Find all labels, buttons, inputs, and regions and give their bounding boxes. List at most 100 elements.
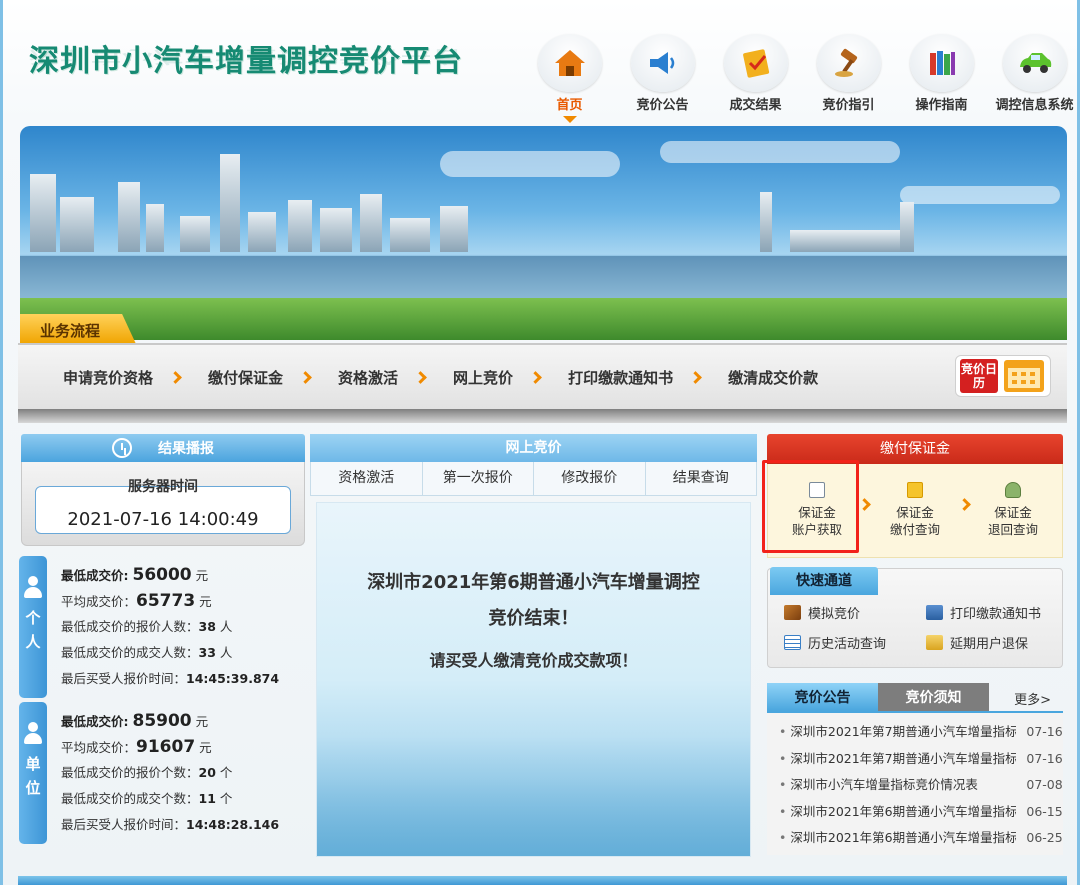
step-pay-deposit[interactable]: 缴付保证金 bbox=[208, 367, 283, 388]
bid-ended-notice-line2: 竞价结束！ bbox=[488, 608, 579, 629]
result-broadcast-header: 结果播报 bbox=[21, 434, 305, 462]
count-unit: 人 bbox=[219, 619, 233, 634]
deposit-refund-query-line1: 保证金 bbox=[994, 505, 1032, 520]
personal-last-time-label: 最后买受人报价时间： bbox=[61, 671, 187, 686]
bullet-icon: • bbox=[779, 724, 787, 739]
personal-result-lines: 最低成交价: 56000 元 平均成交价：65773 元 最低成交价的报价人数：… bbox=[61, 562, 279, 692]
personal-min-price: 56000 bbox=[132, 565, 192, 585]
deposit-box: 保证金 账户获取 保证金 缴付查询 保证金 退回查询 bbox=[762, 460, 1063, 558]
announcement-date: 06-15 bbox=[1026, 803, 1063, 819]
nav-manual-label: 操作指南 bbox=[915, 98, 968, 113]
nav-control-system[interactable]: 调控信息系统 bbox=[988, 34, 1080, 123]
personal-min-price-label: 最低成交价: bbox=[61, 568, 129, 583]
company-min-bid-count: 20 bbox=[198, 765, 216, 780]
chevron-right-icon bbox=[169, 371, 182, 384]
nav-guide[interactable]: 竞价指引 bbox=[802, 34, 895, 123]
online-bid-header: 网上竞价 bbox=[310, 434, 757, 462]
bid-calendar-button[interactable]: 竞价日历 bbox=[955, 355, 1051, 397]
nav-home[interactable]: 首页 bbox=[523, 34, 616, 123]
quick-print-notice-label: 打印缴款通知书 bbox=[950, 607, 1042, 622]
quick-mock-bid[interactable]: 模拟竞价 bbox=[784, 603, 860, 622]
list-item[interactable]: • 深圳市2021年第6期普通小汽车增量指标 06-25 bbox=[767, 825, 1063, 852]
step-activate[interactable]: 资格激活 bbox=[338, 367, 398, 388]
quick-extension-refund[interactable]: 延期用户退保 bbox=[926, 633, 1028, 652]
more-link[interactable]: 更多> bbox=[1014, 689, 1051, 708]
quick-mock-bid-label: 模拟竞价 bbox=[808, 607, 861, 622]
bid-ended-notice: 深圳市2021年第6期普通小汽车增量调控 竞价结束！ bbox=[317, 565, 750, 637]
chevron-right-icon bbox=[689, 371, 702, 384]
tab-result-query[interactable]: 结果查询 bbox=[646, 462, 757, 495]
bid-ended-notice-line1: 深圳市2021年第6期普通小汽车增量调控 bbox=[367, 572, 700, 593]
currency-unit: 元 bbox=[195, 714, 209, 729]
footer-bar bbox=[18, 876, 1067, 885]
list-item[interactable]: • 深圳市2021年第7期普通小汽车增量指标 07-16 bbox=[767, 746, 1063, 773]
tab-modify-bid[interactable]: 修改报价 bbox=[534, 462, 646, 495]
nav-announcement[interactable]: 竞价公告 bbox=[616, 34, 709, 123]
company-avg-price-label: 平均成交价： bbox=[61, 740, 137, 755]
personal-avg-price: 65773 bbox=[136, 591, 196, 611]
announcement-date: 07-16 bbox=[1026, 750, 1063, 766]
payment-reminder: 请买受人缴清竞价成交款项！ bbox=[429, 651, 638, 670]
nav-manual[interactable]: 操作指南 bbox=[895, 34, 988, 123]
quick-history-query-label: 历史活动查询 bbox=[808, 637, 887, 652]
car-icon bbox=[1002, 34, 1067, 92]
chevron-right-icon bbox=[414, 371, 427, 384]
person-icon bbox=[24, 576, 42, 598]
currency-unit: 元 bbox=[199, 594, 212, 609]
online-bid-panel: 网上竞价 资格激活 第一次报价 修改报价 结果查询 深圳市2021年第6期普通小… bbox=[310, 434, 757, 857]
deposit-account-get-line2: 账户获取 bbox=[791, 522, 842, 537]
step-online-bid[interactable]: 网上竞价 bbox=[453, 367, 513, 388]
site-title-reflection: 深圳市小汽车增量调控竞价平台 bbox=[29, 46, 463, 66]
announcement-title: 深圳市2021年第6期普通小汽车增量指标 bbox=[790, 830, 1017, 845]
step-apply-qualification[interactable]: 申请竞价资格 bbox=[63, 367, 153, 388]
chevron-right-icon bbox=[299, 371, 312, 384]
company-min-bid-count-label: 最低成交价的报价个数： bbox=[61, 765, 199, 780]
gavel-icon bbox=[816, 34, 881, 92]
bullet-icon: • bbox=[779, 830, 787, 845]
table-icon bbox=[784, 635, 801, 650]
server-time-box: 服务器时间 2021-07-16 14:00:49 bbox=[21, 462, 305, 546]
announcement-list: • 深圳市2021年第7期普通小汽车增量指标 07-16 • 深圳市2021年第7期普… bbox=[767, 713, 1063, 855]
printer-icon bbox=[926, 605, 943, 620]
personal-result-block: 个人 最低成交价: 56000 元 平均成交价：65773 元 最低成交价的报价… bbox=[19, 556, 305, 698]
clock-icon bbox=[112, 438, 132, 458]
gavel-icon bbox=[784, 605, 801, 620]
personal-tab[interactable]: 个人 bbox=[19, 556, 47, 698]
deposit-header: 缴付保证金 bbox=[767, 434, 1063, 464]
bullet-icon: • bbox=[779, 750, 787, 766]
quick-access-tab[interactable]: 快速通道 bbox=[770, 567, 878, 595]
personal-min-bid-count: 38 bbox=[198, 619, 216, 634]
result-broadcast-panel: 结果播报 服务器时间 2021-07-16 14:00:49 个人 最低成交价:… bbox=[19, 434, 305, 844]
list-item[interactable]: • 深圳市小汽车增量指标竞价情况表 07-08 bbox=[767, 772, 1063, 799]
quick-print-notice[interactable]: 打印缴款通知书 bbox=[926, 603, 1041, 622]
company-min-deal-count-label: 最低成交价的成交个数： bbox=[61, 791, 199, 806]
chevron-right-icon bbox=[529, 371, 542, 384]
step-print-notice[interactable]: 打印缴款通知书 bbox=[568, 367, 673, 388]
personal-tab-label: 个人 bbox=[25, 609, 41, 651]
deposit-payment-query-button[interactable]: 保证金 缴付查询 bbox=[866, 464, 964, 557]
document-search-icon bbox=[809, 482, 825, 498]
quick-access-panel: 快速通道 模拟竞价 打印缴款通知书 历史活动查询 延期用户退保 bbox=[767, 567, 1063, 668]
binoculars-icon bbox=[1005, 482, 1021, 498]
list-item[interactable]: • 深圳市2021年第7期普通小汽车增量指标 07-16 bbox=[767, 719, 1063, 746]
step-pay-balance[interactable]: 缴清成交价款 bbox=[728, 367, 818, 388]
announcement-title: 深圳市2021年第6期普通小汽车增量指标 bbox=[790, 803, 1017, 819]
deposit-account-get-button[interactable]: 保证金 账户获取 bbox=[762, 460, 866, 557]
tab-first-bid[interactable]: 第一次报价 bbox=[423, 462, 534, 495]
online-bid-tabs: 资格激活 第一次报价 修改报价 结果查询 bbox=[310, 462, 757, 496]
deposit-refund-query-button[interactable]: 保证金 退回查询 bbox=[964, 464, 1062, 557]
count-unit: 个 bbox=[219, 791, 233, 806]
tab-bid-notice[interactable]: 竞价须知 bbox=[878, 683, 989, 711]
list-item[interactable]: • 深圳市2021年第6期普通小汽车增量指标 06-15 bbox=[767, 799, 1063, 826]
announcement-date: 07-16 bbox=[1026, 724, 1063, 739]
tab-bid-announcement[interactable]: 竞价公告 bbox=[767, 683, 878, 711]
calendar-icon bbox=[1004, 360, 1044, 392]
company-last-time-label: 最后买受人报价时间： bbox=[61, 817, 187, 832]
business-process-tag: 业务流程 bbox=[20, 314, 136, 344]
nav-results[interactable]: 成交结果 bbox=[709, 34, 802, 123]
company-tab[interactable]: 单位 bbox=[19, 702, 47, 844]
deposit-account-get-line1: 保证金 bbox=[798, 505, 836, 520]
personal-min-bid-count-label: 最低成交价的报价人数： bbox=[61, 619, 199, 634]
tab-activate-qualification[interactable]: 资格激活 bbox=[311, 462, 423, 495]
quick-history-query[interactable]: 历史活动查询 bbox=[784, 633, 886, 652]
